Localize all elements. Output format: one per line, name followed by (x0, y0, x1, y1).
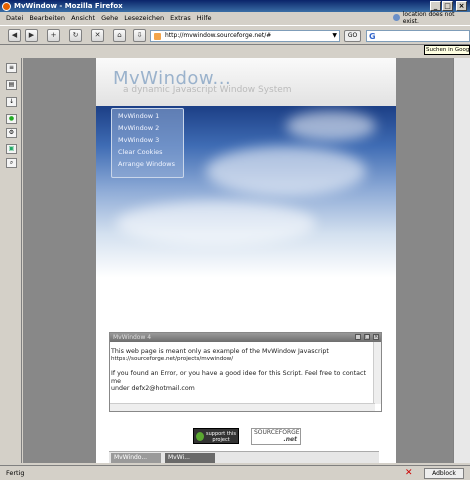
site-favicon-icon (154, 33, 161, 40)
sidebar-refresh-icon[interactable]: ● (6, 114, 17, 124)
page-scrollbar[interactable] (453, 58, 470, 463)
content-viewport: MvWindow... a dynamic Javascript Window … (23, 58, 453, 463)
support-badge-icon (196, 432, 204, 441)
url-input[interactable]: http://mvwindow.sourceforge.net/# ▼ (150, 30, 340, 42)
menu-extras[interactable]: Extras (170, 14, 191, 22)
globe-icon (393, 14, 400, 21)
menu-datei[interactable]: Datei (6, 14, 23, 22)
sidebar-bookmarks-icon[interactable]: ≡ (6, 63, 17, 73)
dialog-body: This web page is meant only as example o… (110, 342, 374, 404)
menu-ansicht[interactable]: Ansicht (71, 14, 95, 22)
status-bar: Fertig ✕ Adblock (0, 465, 470, 480)
menu-item-mvwindow-2[interactable]: MvWindow 2 (118, 124, 159, 132)
menu-hilfe[interactable]: Hilfe (197, 14, 212, 22)
dialog-title: MvWindow 4 (113, 334, 152, 341)
menu-item-mvwindow-1[interactable]: MvWindow 1 (118, 112, 159, 120)
dialog-horizontal-scrollbar[interactable] (110, 403, 375, 411)
sidebar-history-icon[interactable]: ▤ (6, 80, 17, 90)
menu-lesezeichen[interactable]: Lesezeichen (124, 14, 164, 22)
dialog-contact-email: under defx2@hotmail.com (111, 385, 195, 393)
status-text: Fertig (6, 469, 25, 477)
forward-icon[interactable]: ▶ (25, 29, 38, 42)
maximize-button[interactable]: □ (442, 1, 453, 11)
dialog-vertical-scrollbar[interactable] (373, 342, 381, 404)
refresh-icon[interactable]: ↻ (69, 29, 82, 42)
adblock-x-icon[interactable]: ✕ (405, 469, 414, 478)
taskbar-item-1[interactable]: MvWindo... (111, 453, 161, 463)
sidebar-search-icon[interactable]: ⌕ (6, 158, 17, 168)
left-toolbar: ≡ ▤ ↓ ● ⚙ ▣ ⌕ (0, 58, 22, 463)
sourceforge-text: SOURCEFORGE (254, 429, 300, 436)
dialog-text-line: This web page is meant only as example o… (111, 348, 329, 355)
sourceforge-net-text: .net (283, 436, 298, 443)
google-icon[interactable]: G (369, 32, 376, 41)
dialog-minimize-icon[interactable]: _ (355, 334, 361, 340)
search-tooltip: Suchen in Google (424, 45, 470, 55)
sidebar-page-icon[interactable]: ▣ (6, 144, 17, 154)
sourceforge-logo[interactable]: SOURCEFORGE .net (251, 428, 301, 445)
page-header: MvWindow... a dynamic Javascript Window … (96, 58, 396, 106)
dialog-titlebar[interactable]: MvWindow 4 _ □ × (110, 333, 381, 342)
mvwindow-dialog: MvWindow 4 _ □ × This web page is meant … (109, 332, 382, 412)
sidebar-settings-icon[interactable]: ⚙ (6, 128, 17, 138)
dialog-project-link[interactable]: https://sourceforge.net/projects/mvwindo… (111, 356, 374, 364)
window-title: MvWindow - Mozilla Firefox (14, 2, 123, 10)
close-button[interactable]: × (456, 1, 467, 11)
site-tagline: a dynamic Javascript Window System (123, 85, 292, 95)
menu-item-mvwindow-3[interactable]: MvWindow 3 (118, 136, 159, 144)
location-status-text: location does not exist. (402, 10, 455, 25)
url-dropdown-icon[interactable]: ▼ (332, 31, 337, 41)
webpage: MvWindow... a dynamic Javascript Window … (96, 58, 396, 463)
support-project-badge[interactable]: support this project (193, 428, 239, 444)
cloud-shape (206, 146, 366, 196)
reload-icon[interactable]: + (47, 29, 60, 42)
cloud-shape (116, 201, 316, 246)
home-icon[interactable]: ⌂ (113, 29, 126, 42)
dialog-maximize-icon[interactable]: □ (364, 334, 370, 340)
menu-item-clear-cookies[interactable]: Clear Cookies (118, 148, 163, 156)
back-icon[interactable]: ◀ (8, 29, 21, 42)
firefox-icon (2, 1, 11, 11)
window-titlebar: MvWindow - Mozilla Firefox _ □ × (0, 0, 470, 12)
cloud-shape (286, 111, 376, 141)
window-taskbar: MvWindo... MvWi... (109, 451, 379, 463)
menu-bearbeiten[interactable]: Bearbeiten (29, 14, 65, 22)
navigation-toolbar: ◀ ▶ + ↻ ✕ ⌂ ⇩ http://mvwindow.sourceforg… (0, 25, 470, 45)
minimize-button[interactable]: _ (430, 1, 441, 11)
go-button[interactable]: GO (344, 30, 361, 42)
menu-item-arrange-windows[interactable]: Arrange Windows (118, 160, 175, 168)
sidebar-download-icon[interactable]: ↓ (6, 97, 17, 107)
url-text: http://mvwindow.sourceforge.net/# (165, 32, 272, 39)
dialog-close-icon[interactable]: × (373, 334, 379, 340)
taskbar-item-2[interactable]: MvWi... (165, 453, 215, 463)
download-icon[interactable]: ⇩ (133, 29, 146, 42)
search-input[interactable]: G (366, 30, 470, 42)
dialog-text-line: If you found an Error, or you have a goo… (111, 370, 366, 385)
window-menu: MvWindow 1 MvWindow 2 MvWindow 3 Clear C… (111, 108, 184, 178)
adblock-button[interactable]: Adblock (424, 468, 464, 479)
stop-icon[interactable]: ✕ (91, 29, 104, 42)
location-status: location does not exist. (393, 10, 470, 25)
menu-gehe[interactable]: Gehe (101, 14, 118, 22)
